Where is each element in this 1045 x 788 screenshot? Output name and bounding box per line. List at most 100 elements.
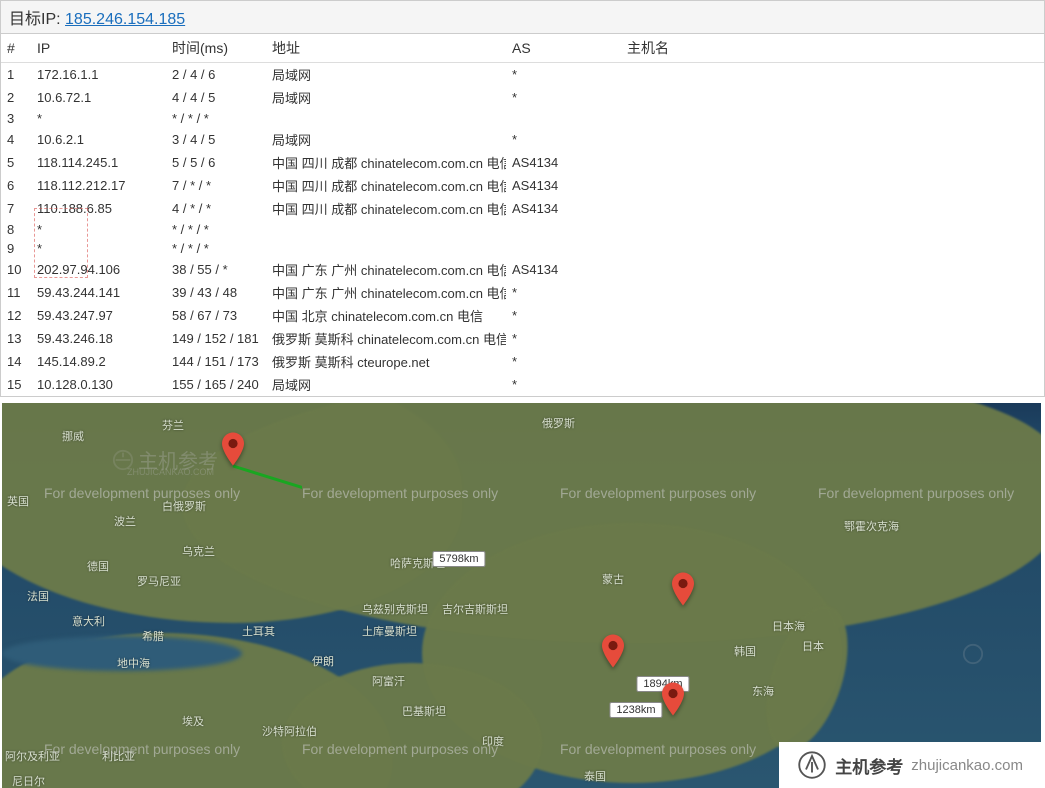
cell-n: 7 xyxy=(1,197,31,220)
cell-time: 39 / 43 / 48 xyxy=(166,281,266,304)
target-ip-link[interactable]: 185.246.154.185 xyxy=(65,11,185,28)
cell-host xyxy=(621,304,1044,327)
lbl-turkmenistan: 土库曼斯坦 xyxy=(362,623,417,639)
dev-text-1: For development purposes only xyxy=(44,485,240,501)
distance-1: 5798km xyxy=(432,551,485,567)
watermark-3 xyxy=(962,643,984,665)
table-row[interactable]: 5118.114.245.15 / 5 / 6中国 四川 成都 chinatel… xyxy=(1,151,1044,174)
cell-n: 5 xyxy=(1,151,31,174)
footer-cn: 主机参考 xyxy=(835,753,903,778)
cell-ip: * xyxy=(31,109,166,128)
cell-host xyxy=(621,220,1044,239)
cell-n: 11 xyxy=(1,281,31,304)
cell-time: 38 / 55 / * xyxy=(166,258,266,281)
cell-time: 155 / 165 / 240 xyxy=(166,373,266,396)
cell-n: 6 xyxy=(1,174,31,197)
cell-as xyxy=(506,109,621,128)
cell-as: * xyxy=(506,350,621,373)
cell-time: 7 / * / * xyxy=(166,174,266,197)
cell-addr: 中国 广东 广州 chinatelecom.com.cn 电信 xyxy=(266,258,506,281)
table-row[interactable]: 1259.43.247.9758 / 67 / 73中国 北京 chinatel… xyxy=(1,304,1044,327)
table-row[interactable]: 14145.14.89.2144 / 151 / 173俄罗斯 莫斯科 cteu… xyxy=(1,350,1044,373)
cell-ip: 202.97.94.106 xyxy=(31,258,166,281)
cell-n: 13 xyxy=(1,327,31,350)
cell-addr: 中国 四川 成都 chinatelecom.com.cn 电信 xyxy=(266,197,506,220)
table-row[interactable]: 10202.97.94.10638 / 55 / *中国 广东 广州 china… xyxy=(1,258,1044,281)
cell-host xyxy=(621,86,1044,109)
watermark-1b: ZHUJICANKAO.COM xyxy=(127,467,214,477)
cell-as: * xyxy=(506,63,621,87)
table-row[interactable]: 8** / * / * xyxy=(1,220,1044,239)
lbl-france: 法国 xyxy=(27,588,49,604)
cell-addr: 局域网 xyxy=(266,373,506,396)
table-row[interactable]: 7110.188.6.854 / * / *中国 四川 成都 chinatele… xyxy=(1,197,1044,220)
cell-time: 4 / 4 / 5 xyxy=(166,86,266,109)
table-row[interactable]: 210.6.72.14 / 4 / 5局域网* xyxy=(1,86,1044,109)
logo-icon xyxy=(797,750,827,780)
cell-ip: * xyxy=(31,220,166,239)
cell-n: 15 xyxy=(1,373,31,396)
cell-as: * xyxy=(506,304,621,327)
cell-addr xyxy=(266,109,506,128)
table-header-row: # IP 时间(ms) 地址 AS 主机名 xyxy=(1,34,1044,63)
cell-ip: 172.16.1.1 xyxy=(31,63,166,87)
cell-time: 58 / 67 / 73 xyxy=(166,304,266,327)
dev-text-3: For development purposes only xyxy=(560,485,756,501)
cell-time: * / * / * xyxy=(166,220,266,239)
traceroute-table: # IP 时间(ms) 地址 AS 主机名 1172.16.1.12 / 4 /… xyxy=(0,34,1045,397)
distance-3: 1238km xyxy=(609,702,662,718)
cell-host xyxy=(621,350,1044,373)
cell-addr: 局域网 xyxy=(266,63,506,87)
table-row[interactable]: 1359.43.246.18149 / 152 / 181俄罗斯 莫斯科 chi… xyxy=(1,327,1044,350)
cell-n: 2 xyxy=(1,86,31,109)
map-pin-chengdu[interactable] xyxy=(602,634,624,668)
dev-text-5: For development purposes only xyxy=(44,741,240,757)
cell-as: * xyxy=(506,373,621,396)
cell-time: 144 / 151 / 173 xyxy=(166,350,266,373)
cell-ip: 10.6.2.1 xyxy=(31,128,166,151)
cell-addr xyxy=(266,220,506,239)
target-ip-header: 目标IP: 185.246.154.185 xyxy=(0,0,1045,34)
cell-as: AS4134 xyxy=(506,151,621,174)
cell-time: 4 / * / * xyxy=(166,197,266,220)
cell-ip: 118.112.212.17 xyxy=(31,174,166,197)
attribution-footer: 主机参考 zhujicankao.com xyxy=(779,742,1041,788)
cell-as: * xyxy=(506,327,621,350)
col-as: AS xyxy=(506,34,621,63)
cell-as xyxy=(506,239,621,258)
cell-as: AS4134 xyxy=(506,258,621,281)
table-row[interactable]: 1510.128.0.130155 / 165 / 240局域网* xyxy=(1,373,1044,396)
cell-as: * xyxy=(506,128,621,151)
cell-ip: 145.14.89.2 xyxy=(31,350,166,373)
col-hop: # xyxy=(1,34,31,63)
table-row[interactable]: 410.6.2.13 / 4 / 5局域网* xyxy=(1,128,1044,151)
cell-host xyxy=(621,239,1044,258)
cell-addr: 中国 北京 chinatelecom.com.cn 电信 xyxy=(266,304,506,327)
cell-addr: 中国 广东 广州 chinatelecom.com.cn 电信 xyxy=(266,281,506,304)
cell-n: 8 xyxy=(1,220,31,239)
table-row[interactable]: 1159.43.244.14139 / 43 / 48中国 广东 广州 chin… xyxy=(1,281,1044,304)
map-pin-moscow[interactable] xyxy=(222,432,244,466)
map-pin-beijing[interactable] xyxy=(672,572,694,606)
cell-as: * xyxy=(506,86,621,109)
cell-host xyxy=(621,258,1044,281)
table-row[interactable]: 3** / * / * xyxy=(1,109,1044,128)
cell-host xyxy=(621,128,1044,151)
cell-time: * / * / * xyxy=(166,109,266,128)
table-row[interactable]: 9** / * / * xyxy=(1,239,1044,258)
col-ip: IP xyxy=(31,34,166,63)
col-addr: 地址 xyxy=(266,34,506,63)
map-pin-guangzhou[interactable] xyxy=(662,682,684,716)
cell-n: 9 xyxy=(1,239,31,258)
cell-addr xyxy=(266,239,506,258)
cell-n: 3 xyxy=(1,109,31,128)
cell-addr: 中国 四川 成都 chinatelecom.com.cn 电信 xyxy=(266,151,506,174)
cell-time: 149 / 152 / 181 xyxy=(166,327,266,350)
cell-host xyxy=(621,109,1044,128)
table-row[interactable]: 1172.16.1.12 / 4 / 6局域网* xyxy=(1,63,1044,87)
col-host: 主机名 xyxy=(621,34,1044,63)
table-row[interactable]: 6118.112.212.177 / * / *中国 四川 成都 chinate… xyxy=(1,174,1044,197)
cell-addr: 局域网 xyxy=(266,128,506,151)
route-map[interactable]: 芬兰 挪威 俄罗斯 英国 白俄罗斯 波兰 乌克兰 德国 罗马尼亚 法国 意大利 … xyxy=(2,403,1041,788)
cell-addr: 局域网 xyxy=(266,86,506,109)
